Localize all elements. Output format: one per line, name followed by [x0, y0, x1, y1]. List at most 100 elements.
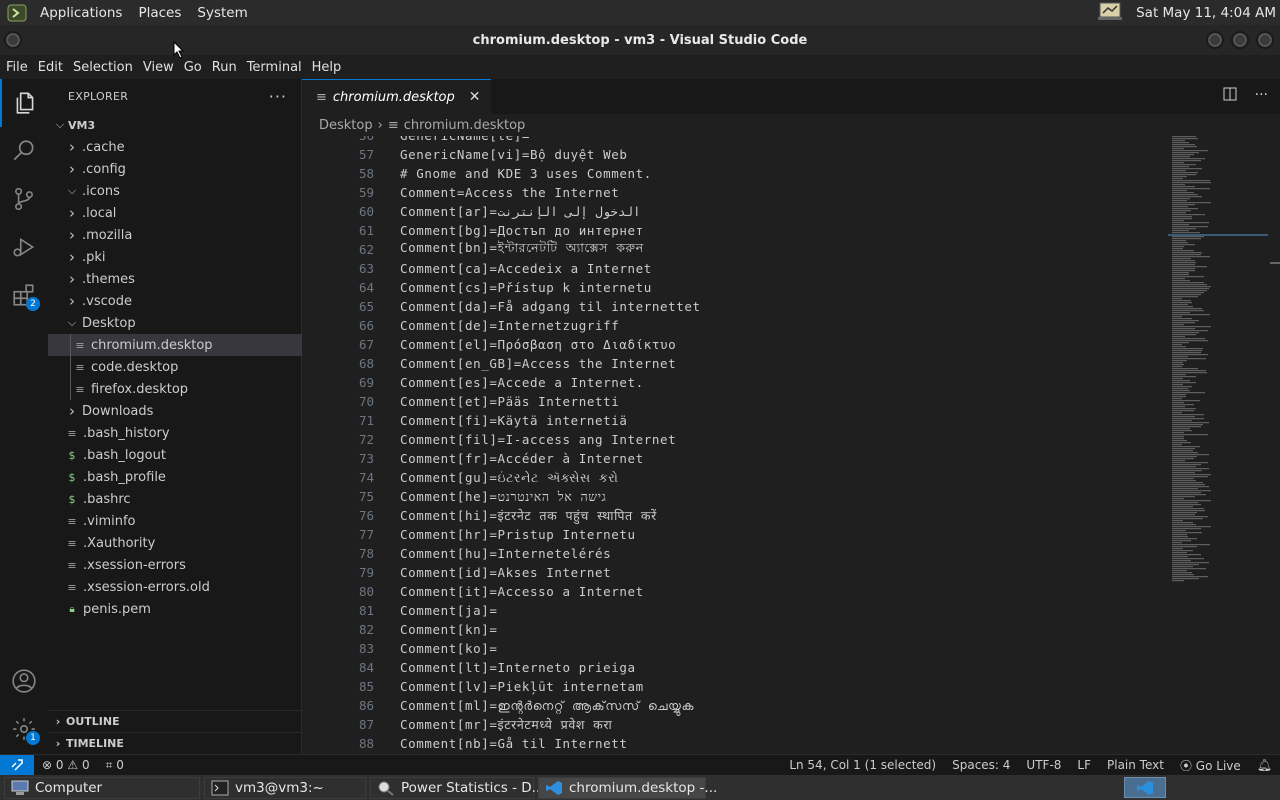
- menu-terminal[interactable]: Terminal: [242, 60, 307, 75]
- code-line[interactable]: 78 Comment[hu]=Internetelérés: [302, 544, 611, 563]
- indentation[interactable]: Spaces: 4: [944, 758, 1018, 772]
- code-line[interactable]: 69 Comment[es]=Accede a Internet.: [302, 373, 644, 392]
- menu-selection[interactable]: Selection: [68, 60, 138, 75]
- ports-indicator[interactable]: ⌗ 0: [98, 758, 132, 773]
- maximize-button[interactable]: [1231, 31, 1249, 49]
- tree-file[interactable]: $ .bash_logout: [48, 444, 302, 466]
- cursor-position[interactable]: Ln 54, Col 1 (1 selected): [781, 758, 944, 772]
- menu-edit[interactable]: Edit: [33, 60, 68, 75]
- minimap[interactable]: [1168, 136, 1268, 754]
- code-line[interactable]: 59 Comment=Access the Internet: [302, 183, 619, 202]
- tab-chromium-desktop[interactable]: ≡ chromium.desktop ✕: [302, 79, 491, 114]
- applications-menu[interactable]: Applications: [32, 5, 130, 21]
- search-activity[interactable]: [0, 127, 48, 175]
- tree-file[interactable]: ≡ chromium.desktop: [48, 334, 302, 356]
- task-terminal[interactable]: vm3@vm3:~: [204, 776, 366, 799]
- language-mode[interactable]: Plain Text: [1099, 758, 1172, 772]
- code-line[interactable]: 85 Comment[lv]=Piekļūt internetam: [302, 677, 644, 696]
- code-line[interactable]: 67 Comment[el]=Πρόσβαση στο Διαδίκτυο: [302, 335, 676, 354]
- tree-folder[interactable]: › .vscode: [48, 290, 302, 312]
- code-line[interactable]: 83 Comment[ko]=: [302, 639, 498, 658]
- code-line[interactable]: 56 GenericName[te]=: [302, 136, 530, 145]
- tree-file[interactable]: ≡ .viminfo: [48, 510, 302, 532]
- code-line[interactable]: 87 Comment[mr]=इंटरनेटमध्ये प्रवेश करा: [302, 715, 612, 734]
- more-actions-icon[interactable]: ···: [269, 87, 287, 106]
- code-line[interactable]: 68 Comment[en_GB]=Access the Internet: [302, 354, 676, 373]
- window-menu-button[interactable]: [4, 31, 22, 49]
- tree-file[interactable]: ≡ firefox.desktop: [48, 378, 302, 400]
- code-line[interactable]: 70 Comment[et]=Pääs Internetti: [302, 392, 619, 411]
- code-line[interactable]: 81 Comment[ja]=: [302, 601, 498, 620]
- tree-file[interactable]: ≡ .xsession-errors: [48, 554, 302, 576]
- split-editor-icon[interactable]: [1223, 87, 1237, 105]
- code-line[interactable]: 62 Comment[bn]=ইন্টারনেটটি অ্যাক্সেস করুন: [302, 240, 644, 259]
- go-live-button[interactable]: ⦿ Go Live: [1172, 757, 1249, 774]
- task-computer[interactable]: Computer: [4, 776, 200, 799]
- code-line[interactable]: 88 Comment[nb]=Gå til Internett: [302, 734, 628, 753]
- task-power-statistics[interactable]: Power Statistics - D...: [370, 776, 545, 799]
- task-vscode[interactable]: chromium.desktop -...: [538, 776, 717, 799]
- breadcrumb-file[interactable]: chromium.desktop: [404, 118, 526, 133]
- code-line[interactable]: 72 Comment[fil]=I-access ang Internet: [302, 430, 676, 449]
- tree-file[interactable]: ≡ code.desktop: [48, 356, 302, 378]
- menu-go[interactable]: Go: [179, 60, 207, 75]
- tree-file[interactable]: $ .bashrc: [48, 488, 302, 510]
- code-line[interactable]: 82 Comment[kn]=: [302, 620, 498, 639]
- code-line[interactable]: 77 Comment[hr]=Pristup Internetu: [302, 525, 636, 544]
- code-line[interactable]: 73 Comment[fr]=Accéder à Internet: [302, 449, 644, 468]
- places-menu[interactable]: Places: [130, 5, 189, 21]
- encoding[interactable]: UTF-8: [1018, 758, 1069, 772]
- outline-section[interactable]: › OUTLINE: [48, 710, 302, 732]
- end-of-line[interactable]: LF: [1069, 758, 1099, 772]
- remote-indicator[interactable]: [0, 754, 34, 776]
- code-line[interactable]: 57 GenericName[vi]=Bộ duyệt Web: [302, 145, 628, 164]
- explorer-activity[interactable]: [0, 79, 48, 127]
- tree-folder[interactable]: › Downloads: [48, 400, 302, 422]
- code-line[interactable]: 76 Comment[hi]=इंटरनेट तक पहुंच स्थापित क…: [302, 506, 657, 525]
- code-line[interactable]: 75 Comment[he]=גישה אל האינטרנט: [302, 487, 606, 506]
- run-debug-activity[interactable]: [0, 223, 48, 271]
- problems-indicator[interactable]: ⊗ 0 ⚠ 0: [34, 758, 98, 772]
- code-line[interactable]: 66 Comment[de]=Internetzugriff: [302, 316, 619, 335]
- code-line[interactable]: 64 Comment[cs]=Přístup k internetu: [302, 278, 652, 297]
- more-actions-icon[interactable]: ···: [1255, 87, 1268, 105]
- code-line[interactable]: 71 Comment[fi]=Käytä internetiä: [302, 411, 628, 430]
- menu-view[interactable]: View: [138, 60, 179, 75]
- tree-folder[interactable]: ⌵ .icons: [48, 180, 302, 202]
- tree-folder[interactable]: ⌵ Desktop: [48, 312, 302, 334]
- timeline-section[interactable]: › TIMELINE: [48, 732, 302, 754]
- tree-folder[interactable]: › .cache: [48, 136, 302, 158]
- tree-file[interactable]: ≡ .bash_history: [48, 422, 302, 444]
- code-line[interactable]: 74 Comment[gu]=ઇંટરનેટ ઍક્સેસ કરો: [302, 468, 618, 487]
- menu-help[interactable]: Help: [307, 60, 347, 75]
- tree-file[interactable]: 🔒︎ penis.pem: [48, 598, 302, 620]
- clock[interactable]: Sat May 11, 4:04 AM: [1136, 5, 1276, 21]
- tree-folder[interactable]: › .config: [48, 158, 302, 180]
- code-line[interactable]: 60 Comment[ar]=الدخول إلى الإنترنت: [302, 202, 641, 221]
- menu-run[interactable]: Run: [207, 60, 242, 75]
- tree-folder[interactable]: › .mozilla: [48, 224, 302, 246]
- tree-folder[interactable]: › .themes: [48, 268, 302, 290]
- menu-file[interactable]: File: [1, 60, 33, 75]
- close-icon[interactable]: ✕: [469, 89, 481, 105]
- extensions-activity[interactable]: 2: [0, 271, 48, 319]
- tree-file[interactable]: ≡ .xsession-errors.old: [48, 576, 302, 598]
- code-line[interactable]: 61 Comment[bg]=Достъп до интернет: [302, 221, 644, 240]
- breadcrumb-folder[interactable]: Desktop: [319, 118, 373, 133]
- manage-activity[interactable]: 1: [0, 705, 48, 753]
- source-control-activity[interactable]: [0, 175, 48, 223]
- workspace-switcher[interactable]: [1124, 777, 1166, 798]
- tree-folder[interactable]: › .local: [48, 202, 302, 224]
- vertical-scrollbar[interactable]: [1268, 136, 1280, 754]
- notifications-bell-icon[interactable]: 🔔︎: [1249, 758, 1280, 772]
- code-line[interactable]: 86 Comment[ml]=ഇന്റർനെറ്റ് ആക്‌സസ് ചെയ്യു…: [302, 696, 694, 715]
- code-line[interactable]: 65 Comment[da]=Få adgang til internettet: [302, 297, 701, 316]
- code-line[interactable]: 80 Comment[it]=Accesso a Internet: [302, 582, 644, 601]
- power-statistics-icon[interactable]: [1098, 1, 1123, 25]
- tree-file[interactable]: ≡ .Xauthority: [48, 532, 302, 554]
- code-editor[interactable]: 56 GenericName[te]= 57 GenericName[vi]=Bộ d…: [302, 136, 1168, 754]
- workspace-root[interactable]: ⌵ VM3: [48, 114, 302, 136]
- tree-folder[interactable]: › .pki: [48, 246, 302, 268]
- minimize-button[interactable]: [1206, 31, 1224, 49]
- tree-file[interactable]: $ .bash_profile: [48, 466, 302, 488]
